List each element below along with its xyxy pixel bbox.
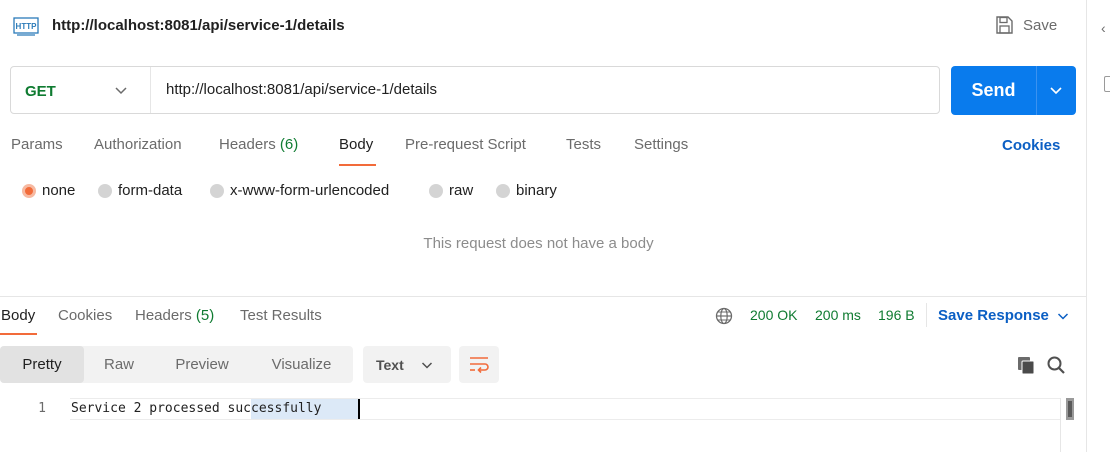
cookies-link[interactable]: Cookies (1002, 137, 1060, 154)
active-response-tab-indicator (0, 333, 37, 335)
radio-form-data[interactable]: form-data (98, 182, 182, 199)
radio-form-data-label: form-data (118, 182, 183, 199)
radio-selected-icon (22, 183, 36, 198)
http-icon: HTTP (13, 17, 39, 36)
request-title: http://localhost:8081/api/service-1/deta… (52, 17, 345, 34)
format-pretty[interactable]: Pretty (0, 346, 84, 383)
format-raw[interactable]: Raw (84, 346, 154, 383)
save-label: Save (1023, 16, 1058, 34)
tab-prerequest-script[interactable]: Pre-request Script (405, 136, 526, 153)
chevron-down-icon (421, 362, 433, 369)
status-divider (926, 303, 927, 327)
format-preview[interactable]: Preview (154, 346, 250, 383)
language-select[interactable]: Text (363, 346, 451, 383)
response-tab-headers-count: (5) (195, 307, 215, 324)
method-select[interactable]: GET (25, 83, 56, 100)
panel-divider (1086, 0, 1087, 452)
response-size[interactable]: 196 B (878, 307, 915, 323)
chevron-down-icon[interactable] (114, 83, 128, 97)
radio-none[interactable]: none (22, 182, 75, 199)
response-tab-headers[interactable]: Headers (5) (135, 307, 214, 324)
response-divider (0, 296, 1086, 297)
chevron-down-icon[interactable] (1049, 83, 1063, 97)
svg-text:HTTP: HTTP (16, 22, 38, 31)
method-divider (150, 67, 151, 113)
editor-scroll-track (1060, 398, 1061, 452)
chevron-down-icon (1057, 312, 1068, 320)
tab-authorization[interactable]: Authorization (94, 136, 182, 153)
tab-body[interactable]: Body (339, 136, 373, 153)
editor-scrollbar[interactable] (1066, 398, 1074, 420)
wrap-lines-icon (470, 357, 489, 374)
empty-body-message: This request does not have a body (423, 235, 654, 252)
response-body-text[interactable]: Service 2 processed successfully (71, 401, 321, 416)
radio-icon (210, 183, 224, 198)
save-icon (996, 16, 1013, 34)
tab-settings[interactable]: Settings (634, 136, 688, 153)
radio-binary-label: binary (516, 182, 557, 199)
radio-binary[interactable]: binary (496, 182, 557, 199)
tab-headers-count: (6) (279, 136, 299, 153)
format-visualize[interactable]: Visualize (250, 346, 353, 383)
radio-icon (98, 183, 112, 198)
tab-tests[interactable]: Tests (566, 136, 601, 153)
radio-raw-label: raw (449, 182, 474, 199)
format-segmented-control: Pretty Raw Preview Visualize (0, 346, 353, 383)
globe-icon[interactable] (715, 307, 733, 325)
tab-params[interactable]: Params (11, 136, 63, 153)
save-response-label: Save Response (938, 307, 1049, 324)
radio-none-label: none (42, 182, 76, 199)
document-icon[interactable] (1104, 76, 1110, 92)
send-button[interactable]: Send (951, 66, 1076, 115)
wrap-lines-button[interactable] (459, 346, 499, 383)
response-tab-cookies[interactable]: Cookies (58, 307, 112, 324)
active-tab-indicator (339, 164, 376, 166)
url-input[interactable]: http://localhost:8081/api/service-1/deta… (166, 81, 437, 98)
save-response-button[interactable]: Save Response (938, 307, 1069, 324)
text-cursor (358, 399, 360, 419)
tab-headers[interactable]: Headers (6) (219, 136, 298, 153)
response-time[interactable]: 200 ms (815, 307, 861, 323)
copy-icon[interactable] (1016, 355, 1036, 375)
send-label: Send (971, 80, 1016, 100)
language-select-label: Text (376, 357, 404, 373)
radio-icon (429, 183, 443, 198)
send-split-divider (1036, 66, 1037, 115)
response-tab-headers-label: Headers (135, 307, 192, 324)
status-code[interactable]: 200 OK (750, 307, 797, 323)
radio-raw[interactable]: raw (429, 182, 473, 199)
tab-headers-label: Headers (219, 136, 276, 153)
response-tab-test-results[interactable]: Test Results (240, 307, 322, 324)
save-button[interactable]: Save (994, 15, 1057, 35)
search-icon[interactable] (1046, 355, 1066, 375)
radio-urlencoded-label: x-www-form-urlencoded (230, 182, 390, 199)
collapse-panel-icon[interactable]: ‹ (1101, 20, 1106, 36)
radio-urlencoded[interactable]: x-www-form-urlencoded (210, 182, 389, 199)
line-number: 1 (38, 401, 46, 416)
radio-icon (496, 183, 510, 198)
response-tab-body[interactable]: Body (1, 307, 35, 324)
